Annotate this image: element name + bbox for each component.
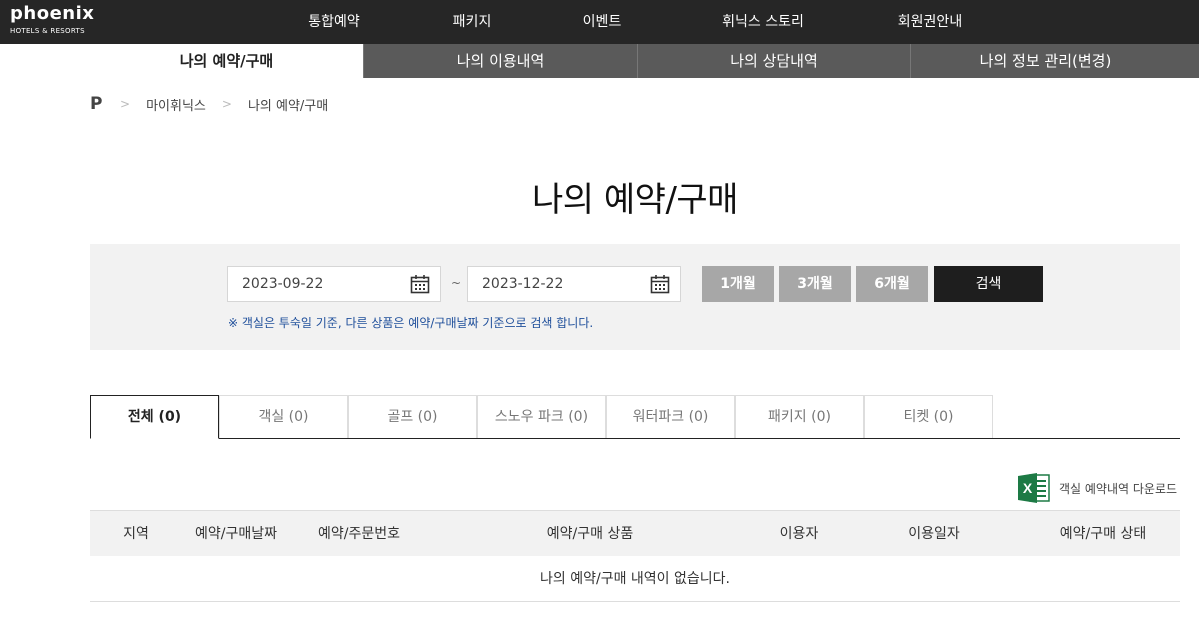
tab-ticket[interactable]: 티켓 (0) (864, 395, 993, 438)
nav-item-integrated-reservation[interactable]: 통합예약 (308, 11, 360, 31)
excel-icon: X (1018, 473, 1050, 503)
period-6-months-button[interactable]: 6개월 (856, 266, 928, 302)
calendar-icon[interactable] (410, 274, 430, 294)
tab-all[interactable]: 전체 (0) (90, 395, 219, 439)
tab-package[interactable]: 패키지 (0) (735, 395, 864, 438)
tab-water-park[interactable]: 워터파크 (0) (606, 395, 735, 438)
page-title: 나의 예약/구매 (532, 180, 738, 220)
tab-room[interactable]: 객실 (0) (219, 395, 348, 438)
empty-table-message: 나의 예약/구매 내역이 없습니다. (90, 556, 1180, 602)
reservation-table: 지역 예약/구매날짜 예약/주문번호 예약/구매 상품 이용자 이용일자 예약/… (90, 510, 1180, 602)
end-date-value: 2023-12-22 (482, 276, 564, 292)
column-header-use-date: 이용일자 (908, 526, 960, 542)
end-date-input[interactable]: 2023-12-22 (467, 266, 681, 302)
column-header-region: 지역 (123, 526, 149, 542)
download-label: 객실 예약내역 다운로드 (1059, 481, 1178, 496)
period-3-months-button[interactable]: 3개월 (779, 266, 851, 302)
search-button[interactable]: 검색 (934, 266, 1043, 302)
chevron-right-icon: > (120, 97, 131, 111)
nav-item-phoenix-story[interactable]: 휘닉스 스토리 (722, 11, 804, 31)
breadcrumb-my-phoenix[interactable]: 마이휘닉스 (146, 95, 206, 114)
tab-my-reservations[interactable]: 나의 예약/구매 (90, 44, 363, 78)
calendar-icon[interactable] (650, 274, 670, 294)
nav-item-event[interactable]: 이벤트 (583, 11, 622, 31)
tab-bar-filler (1180, 44, 1199, 78)
period-1-month-button[interactable]: 1개월 (702, 266, 774, 302)
column-header-order-number: 예약/주문번호 (318, 526, 400, 542)
chevron-right-icon: > (221, 97, 232, 111)
logo-wordmark: phoenix (10, 3, 95, 24)
search-panel: 2023-09-22 ~ 2023-12-22 1개월 3개월 6개월 검색 ※… (90, 244, 1180, 350)
room-reservation-download-link[interactable]: X 객실 예약내역 다운로드 (1017, 472, 1177, 504)
svg-text:X: X (1023, 480, 1033, 496)
start-date-input[interactable]: 2023-09-22 (227, 266, 441, 302)
top-navigation-bar: phoenix HOTELS & RESORTS 통합예약 패키지 이벤트 휘닉… (0, 0, 1199, 44)
table-header: 지역 예약/구매날짜 예약/주문번호 예약/구매 상품 이용자 이용일자 예약/… (90, 510, 1180, 556)
home-icon[interactable]: P (90, 94, 104, 114)
column-header-status: 예약/구매 상태 (1059, 526, 1147, 542)
date-range-separator: ~ (451, 276, 462, 290)
tab-golf[interactable]: 골프 (0) (348, 395, 477, 438)
mypage-tabs: 나의 예약/구매 나의 이용내역 나의 상담내역 나의 정보 관리(변경) (90, 44, 1180, 78)
search-notice: ※ 객실은 투숙일 기준, 다른 상품은 예약/구매날짜 기준으로 검색 합니다… (228, 316, 594, 330)
nav-item-package[interactable]: 패키지 (453, 11, 492, 31)
tab-consultation-history[interactable]: 나의 상담내역 (637, 44, 910, 78)
tab-my-info[interactable]: 나의 정보 관리(변경) (910, 44, 1180, 78)
phoenix-logo[interactable]: phoenix HOTELS & RESORTS (10, 3, 94, 35)
column-header-product: 예약/구매 상품 (546, 526, 634, 542)
tab-snow-park[interactable]: 스노우 파크 (0) (477, 395, 606, 438)
start-date-value: 2023-09-22 (242, 276, 324, 292)
category-tabs: 전체 (0) 객실 (0) 골프 (0) 스노우 파크 (0) 워터파크 (0)… (90, 395, 1180, 439)
column-header-date: 예약/구매날짜 (195, 526, 277, 542)
breadcrumb-my-reservations[interactable]: 나의 예약/구매 (248, 95, 328, 114)
nav-item-membership[interactable]: 회원권안내 (898, 11, 962, 31)
column-header-user: 이용자 (779, 526, 819, 542)
tab-usage-history[interactable]: 나의 이용내역 (363, 44, 637, 78)
breadcrumb: P > 마이휘닉스 > 나의 예약/구매 (90, 94, 328, 114)
logo-subtitle: HOTELS & RESORTS (10, 27, 85, 35)
